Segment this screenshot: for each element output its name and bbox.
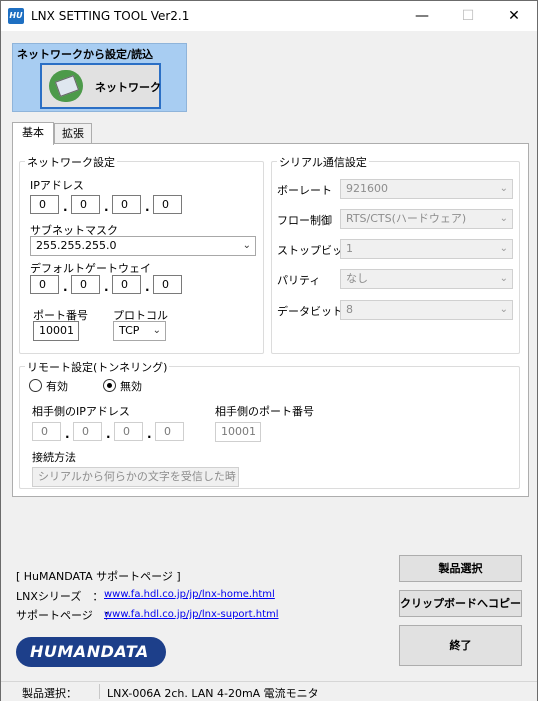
serial-settings-title: シリアル通信設定: [277, 154, 369, 170]
remote-ip-dot: .: [106, 427, 111, 441]
maximize-button: ☐: [461, 8, 475, 24]
status-value: LNX-006A 2ch. LAN 4-20mA 電流モニタ: [107, 687, 319, 700]
connect-select: シリアルから何らかの文字を受信した時 ⌄: [32, 467, 239, 487]
support-label: サポートページ ：: [16, 609, 115, 622]
connect-value: シリアルから何らかの文字を受信した時: [38, 470, 236, 483]
remote-disable-label: 無効: [120, 380, 142, 393]
chevron-down-icon: ⌄: [499, 183, 508, 194]
gateway-octet-1[interactable]: 0: [30, 275, 59, 294]
parity-value: なし: [346, 272, 368, 285]
network-panel: ネットワークから設定/読込 ネットワーク: [12, 43, 187, 112]
gateway-octet-2[interactable]: 0: [71, 275, 100, 294]
port-input[interactable]: 10001: [33, 321, 79, 341]
remote-ip-label: 相手側のIPアドレス: [32, 405, 130, 418]
title-bar: HU LNX SETTING TOOL Ver2.1 — ☐ ✕: [1, 1, 537, 31]
remote-ip-octet-1: 0: [32, 422, 61, 441]
remote-settings-group: リモート設定(トンネリング) 有効 無効 相手側のIPアドレス 0 . 0 . …: [19, 359, 520, 489]
product-select-button[interactable]: 製品選択: [399, 555, 522, 582]
remote-ip-octet-4: 0: [155, 422, 184, 441]
status-label: 製品選択：: [22, 687, 77, 700]
close-button[interactable]: ✕: [491, 1, 537, 31]
remote-enable-radio[interactable]: [29, 379, 42, 392]
series-link[interactable]: www.fa.hdl.co.jp/jp/lnx-home.html: [104, 589, 275, 600]
exit-button[interactable]: 終了: [399, 625, 522, 666]
subnet-value: 255.255.255.0: [36, 239, 117, 252]
ip-octet-3[interactable]: 0: [112, 195, 141, 214]
databit-value: 8: [346, 303, 353, 316]
chevron-down-icon: ⌄: [499, 213, 508, 224]
gateway-dot: .: [145, 280, 150, 294]
gateway-dot: .: [104, 280, 109, 294]
ip-dot: .: [104, 200, 109, 214]
remote-ip-octet-2: 0: [73, 422, 102, 441]
databit-select: 8 ⌄: [340, 300, 513, 320]
remote-ip-dot: .: [65, 427, 70, 441]
network-button[interactable]: ネットワーク: [40, 63, 161, 109]
network-button-label: ネットワーク: [95, 81, 161, 94]
stopbit-select: 1 ⌄: [340, 239, 513, 259]
gateway-octet-3[interactable]: 0: [112, 275, 141, 294]
remote-disable-radio[interactable]: [103, 379, 116, 392]
support-heading: [ HuMANDATA サポートページ ]: [16, 570, 181, 583]
ip-label: IPアドレス: [30, 179, 84, 192]
ip-dot: .: [63, 200, 68, 214]
status-divider: [99, 684, 100, 699]
remote-ip-octet-3: 0: [114, 422, 143, 441]
connect-label: 接続方法: [32, 451, 76, 464]
protocol-value: TCP: [119, 324, 140, 337]
tab-extended[interactable]: 拡張: [54, 123, 92, 144]
databit-label: データビット: [277, 305, 343, 318]
parity-select: なし ⌄: [340, 269, 513, 289]
app-window: HU LNX SETTING TOOL Ver2.1 — ☐ ✕ ネットワークか…: [0, 0, 538, 701]
network-plug-icon: [49, 70, 83, 102]
parity-label: パリティ: [277, 274, 321, 287]
flow-select: RTS/CTS(ハードウェア) ⌄: [340, 209, 513, 229]
gateway-octet-4[interactable]: 0: [153, 275, 182, 294]
remote-enable-label: 有効: [46, 380, 68, 393]
ip-octet-2[interactable]: 0: [71, 195, 100, 214]
status-bar: 製品選択： LNX-006A 2ch. LAN 4-20mA 電流モニタ: [1, 681, 537, 701]
network-settings-title: ネットワーク設定: [25, 154, 117, 170]
tab-basic[interactable]: 基本: [12, 122, 54, 145]
gateway-dot: .: [63, 280, 68, 294]
chevron-down-icon: ⌄: [242, 240, 251, 251]
series-label: LNXシリーズ ：: [16, 590, 104, 603]
humandata-logo: HUMANDATA: [16, 637, 166, 667]
clipboard-copy-button[interactable]: クリップボードへコピー: [399, 590, 522, 617]
protocol-select[interactable]: TCP ⌄: [113, 321, 166, 341]
tab-page-basic: ネットワーク設定 IPアドレス 0 . 0 . 0 . 0 サブネットマスク 2…: [12, 143, 529, 497]
serial-settings-group: シリアル通信設定 ボーレート 921600 ⌄ フロー制御 RTS/CTS(ハー…: [271, 154, 520, 354]
network-panel-title: ネットワークから設定/読込: [17, 48, 154, 61]
ip-dot: .: [145, 200, 150, 214]
flow-label: フロー制御: [277, 214, 332, 227]
chevron-down-icon: ⌄: [499, 304, 508, 315]
chevron-down-icon: ⌄: [499, 243, 508, 254]
network-settings-group: ネットワーク設定 IPアドレス 0 . 0 . 0 . 0 サブネットマスク 2…: [19, 154, 264, 354]
ip-octet-1[interactable]: 0: [30, 195, 59, 214]
window-title: LNX SETTING TOOL Ver2.1: [31, 9, 190, 23]
flow-value: RTS/CTS(ハードウェア): [346, 212, 467, 225]
chevron-down-icon: ⌄: [152, 325, 161, 336]
minimize-button[interactable]: —: [399, 1, 445, 31]
baud-select: 921600 ⌄: [340, 179, 513, 199]
chevron-down-icon: ⌄: [225, 471, 234, 482]
baud-value: 921600: [346, 182, 388, 195]
remote-port-input: 10001: [215, 422, 261, 442]
subnet-select[interactable]: 255.255.255.0 ⌄: [30, 236, 256, 256]
remote-port-label: 相手側のポート番号: [215, 405, 314, 418]
app-icon: HU: [8, 8, 24, 24]
chevron-down-icon: ⌄: [499, 273, 508, 284]
remote-ip-dot: .: [147, 427, 152, 441]
ip-octet-4[interactable]: 0: [153, 195, 182, 214]
stopbit-value: 1: [346, 242, 353, 255]
gateway-label: デフォルトゲートウェイ: [30, 262, 151, 275]
remote-settings-title: リモート設定(トンネリング): [25, 359, 170, 375]
support-link[interactable]: www.fa.hdl.co.jp/jp/lnx-suport.html: [104, 609, 279, 620]
baud-label: ボーレート: [277, 184, 332, 197]
